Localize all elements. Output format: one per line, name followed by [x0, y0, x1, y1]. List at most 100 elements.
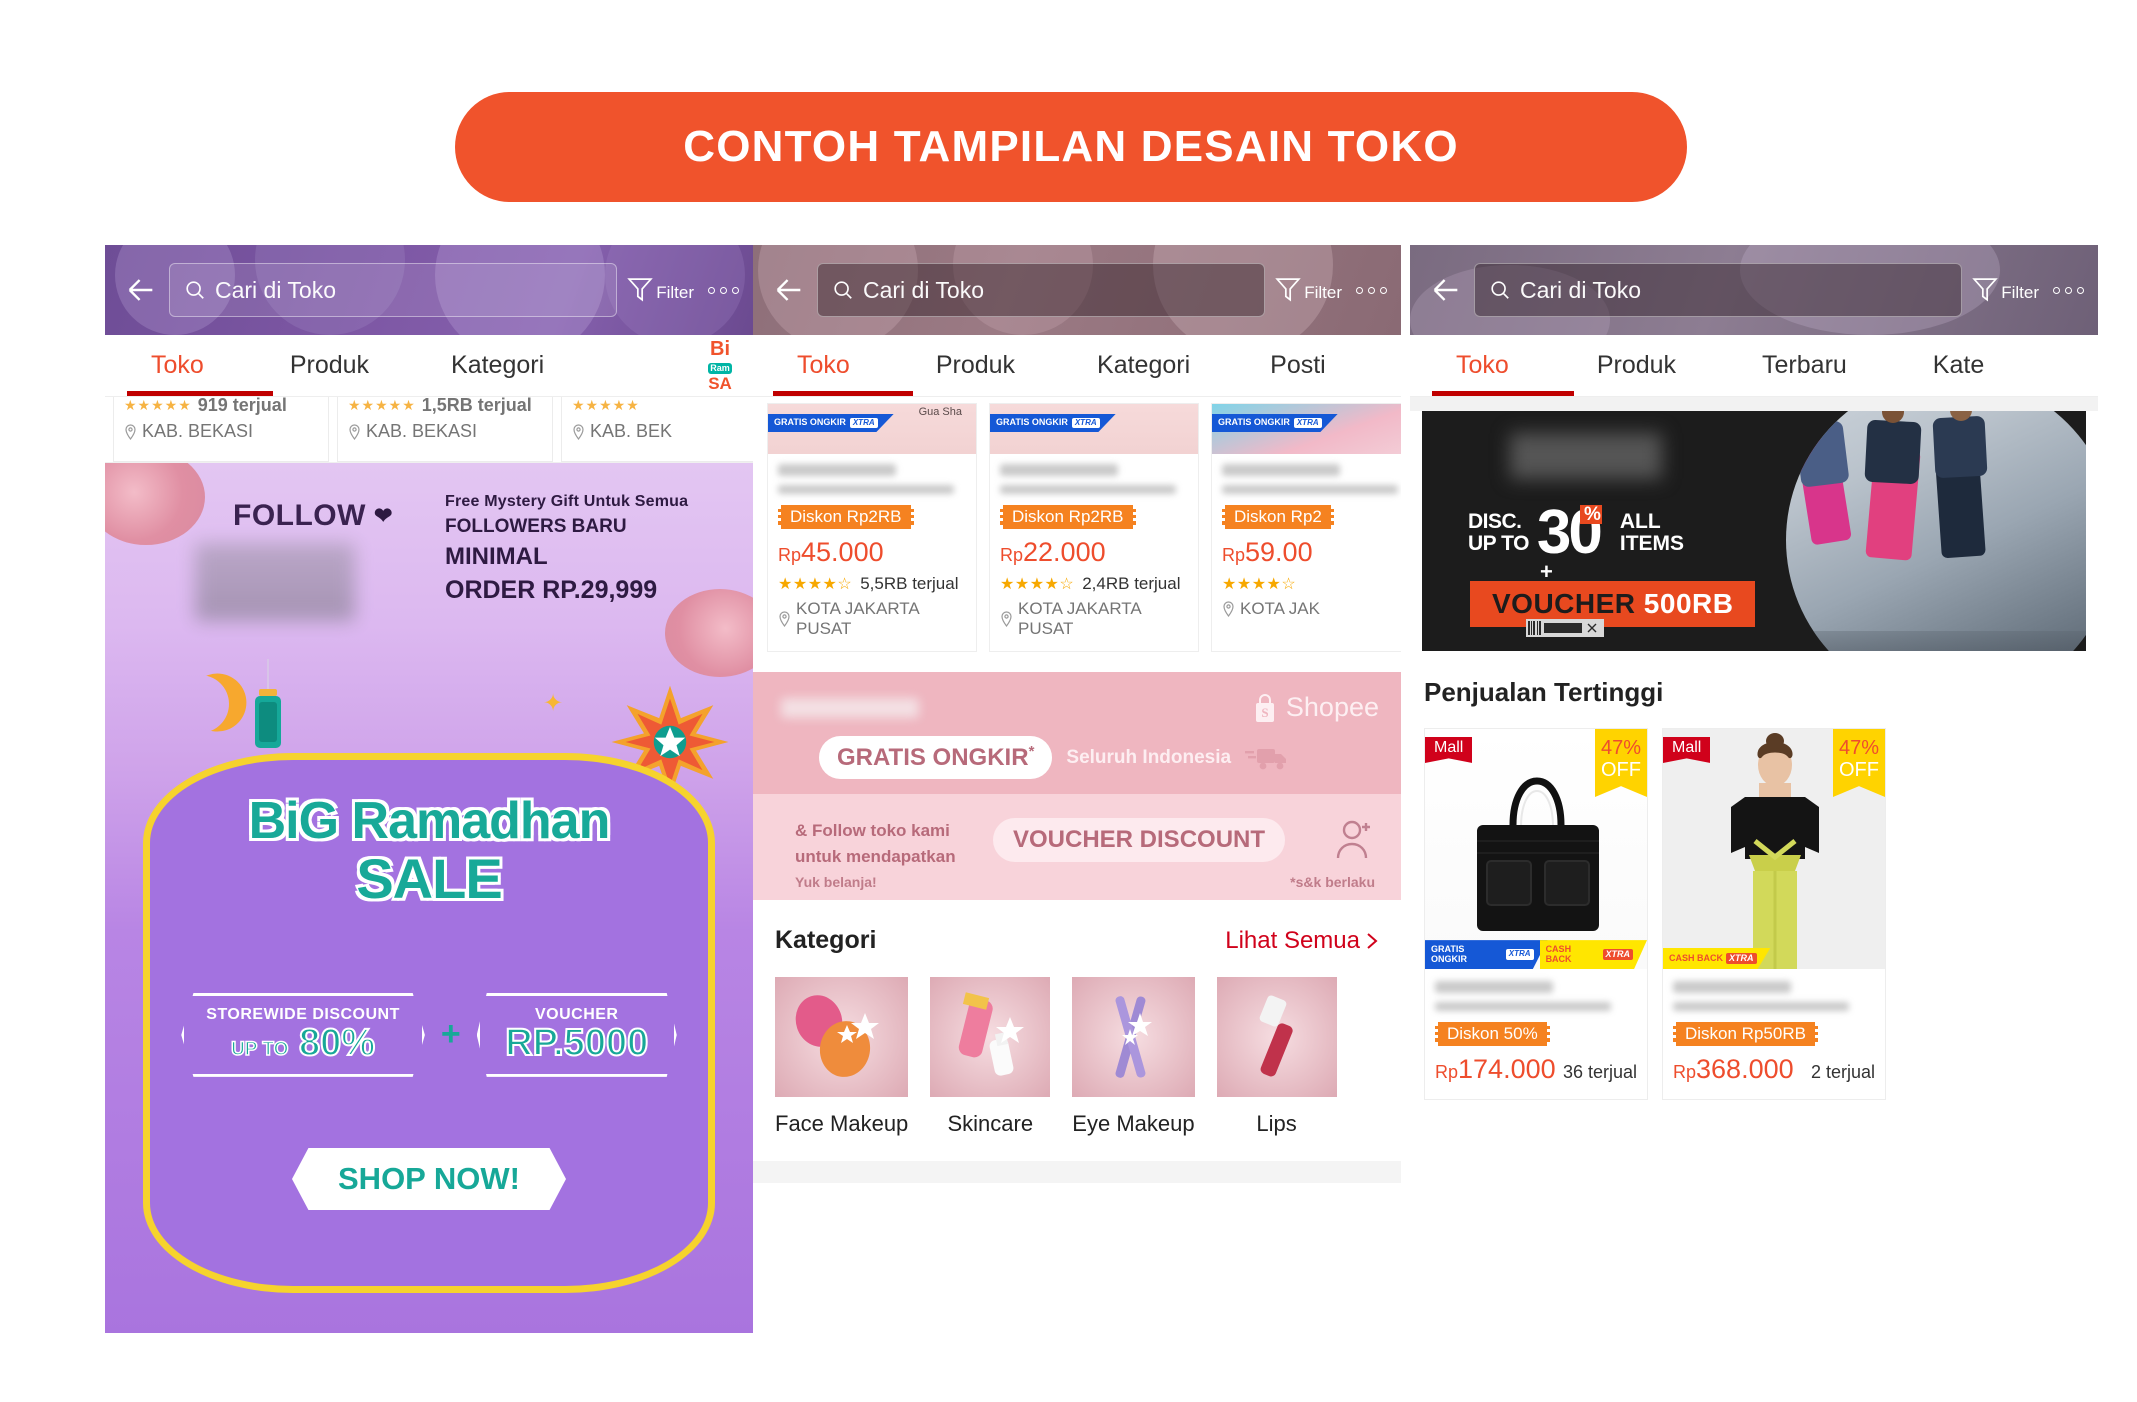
brand-logo-blurred [1510, 433, 1662, 479]
product-card-partial[interactable]: ★★★★★ 1,5RB terjual KAB. BEKASI [337, 397, 553, 462]
promo-ribbons: CASH BACK XTRA [1663, 947, 1771, 969]
filter-button-1[interactable]: Filter [627, 275, 694, 305]
shopee-promo-banner[interactable]: S Shopee GRATIS ONGKIR* Seluruh Indonesi… [753, 672, 1401, 900]
currency-prefix: Rp [1000, 545, 1024, 565]
voucher-discount-chip: VOUCHER DISCOUNT [993, 818, 1286, 862]
location-pin-icon [779, 611, 790, 627]
tab-bar-3: Toko Produk Terbaru Kate [1410, 335, 2098, 397]
tab-toko[interactable]: Toko [1456, 351, 1509, 380]
location-label: KOTA JAKARTA PUSAT [1018, 599, 1141, 638]
percent-sign: % [1579, 505, 1602, 525]
product-card-partial[interactable]: ★★★★★ 919 terjual KAB. BEKASI [113, 397, 329, 462]
cashback-ribbon: CASH BACK XTRA [1663, 947, 1771, 969]
search-bar-3: Cari di Toko Filter [1410, 245, 2098, 335]
filter-label: Filter [2001, 283, 2039, 302]
search-bar-1: Cari di Toko Filter [105, 245, 753, 335]
search-input-1[interactable]: Cari di Toko [169, 263, 618, 317]
product-price: Rp174.000 [1435, 1054, 1556, 1085]
back-arrow-icon[interactable] [767, 273, 811, 307]
cashback-label: CASH BACK [1545, 944, 1572, 964]
filter-button-3[interactable]: Filter [1972, 275, 2039, 305]
xtra-label: XTRA [1071, 418, 1100, 429]
product-location: KAB. BEK [572, 421, 753, 442]
filter-button-2[interactable]: Filter [1275, 275, 1342, 305]
barcode-icon [1526, 619, 1604, 637]
cashback-label: CASH BACK [1669, 952, 1723, 963]
plus-separator: + [440, 1015, 461, 1054]
kategori-item[interactable]: Face Makeup [775, 977, 909, 1137]
kategori-label: Eye Makeup [1072, 1111, 1195, 1136]
xtra-label: XTRA [1505, 949, 1534, 960]
sale-icon-line3: SA [708, 374, 732, 393]
gratis-ongkir-text: GRATIS ONGKIR [837, 744, 1029, 771]
product-card-partial[interactable]: ★★★★★ KAB. BEK [561, 397, 753, 462]
kategori-item[interactable]: Skincare [930, 977, 1051, 1137]
discount-chip: Diskon Rp2 [1222, 505, 1334, 529]
more-options-icon[interactable] [1356, 286, 1387, 294]
tab-kategori[interactable]: Kategori [451, 351, 544, 380]
voucher-word: VOUCHER [1492, 588, 1636, 619]
sold-count: 1,5RB terjual [421, 397, 532, 415]
product-card[interactable]: Mall 47% OFF GRATIS ONGKIR XTRA CASH BAC… [1424, 728, 1648, 1100]
product-card[interactable]: GRATIS ONGKIR XTRA Diskon Rp2 Rp59.00 ★★… [1211, 403, 1401, 652]
follow-instruction: & Follow toko kami untuk mendapatkan [795, 818, 956, 869]
follow-label-group: FOLLOW ❤ [233, 499, 393, 533]
shop-now-button[interactable]: SHOP NOW! [292, 1148, 566, 1210]
storewide-discount-badge: STOREWIDE DISCOUNT UP TO 80% [181, 993, 425, 1077]
location-pin-icon [573, 423, 584, 440]
kategori-thumbnail [775, 977, 909, 1097]
search-placeholder: Cari di Toko [1520, 276, 1642, 303]
ramadhan-sale-tab-icon[interactable]: Bi Ram SA [697, 339, 743, 392]
kategori-label: Lips [1256, 1111, 1297, 1136]
lihat-semua-link[interactable]: Lihat Semua [1225, 927, 1379, 955]
kategori-item[interactable]: Eye Makeup [1072, 977, 1195, 1137]
tab-postingan[interactable]: Posti [1270, 351, 1326, 380]
price-value: 174.000 [1458, 1054, 1556, 1084]
promo-banner-bottom: & Follow toko kami untuk mendapatkan VOU… [753, 794, 1401, 900]
product-rating: ★★★★☆ [1222, 574, 1401, 594]
store-logo-blurred [781, 698, 919, 718]
off-label: OFF [1839, 759, 1879, 781]
tab-toko[interactable]: Toko [151, 351, 204, 380]
search-bar-2: Cari di Toko Filter [753, 245, 1401, 335]
product-card[interactable]: GRATIS ONGKIR XTRA Diskon Rp2RB Rp22.000… [989, 403, 1199, 652]
product-grid-2: GRATIS ONGKIR XTRA Gua Sha Diskon Rp2RB … [753, 397, 1401, 666]
gratis-ongkir-label: GRATIS ONGKIR [774, 417, 846, 428]
tab-kategori[interactable]: Kate [1933, 351, 1984, 380]
offer-line-1: Free Mystery Gift Untuk Semua [445, 493, 689, 510]
section-divider [1410, 397, 2098, 411]
search-input-2[interactable]: Cari di Toko [817, 263, 1266, 317]
kategori-item[interactable]: Lips [1216, 977, 1337, 1137]
product-card[interactable]: GRATIS ONGKIR XTRA Gua Sha Diskon Rp2RB … [767, 403, 977, 652]
back-arrow-icon[interactable] [119, 273, 163, 307]
coverage-label: Seluruh Indonesia [1066, 746, 1232, 768]
tab-produk[interactable]: Produk [290, 351, 369, 380]
gratis-ongkir-badge: GRATIS ONGKIR XTRA [990, 414, 1116, 433]
page-footer-spacer [753, 1161, 1401, 1183]
tab-bar-2: Toko Produk Kategori Posti [753, 335, 1401, 397]
product-price: Rp368.000 [1673, 1054, 1794, 1085]
product-image: Mall 47% OFF GRATIS ONGKIR XTRA CASH BAC… [1425, 729, 1647, 969]
more-options-icon[interactable] [2053, 286, 2084, 294]
search-input-3[interactable]: Cari di Toko [1474, 263, 1963, 317]
product-card[interactable]: Mall 47% OFF CASH BACK XTRA Diskon Rp50R… [1662, 728, 1886, 1100]
sold-count: 2,4RB terjual [1082, 574, 1181, 593]
discount-chip: Diskon 50% [1435, 1022, 1550, 1046]
tab-kategori[interactable]: Kategori [1097, 351, 1190, 380]
tab-terbaru[interactable]: Terbaru [1762, 351, 1847, 380]
discount-hero-banner[interactable]: DISC. UP TO 30 % ALL ITEMS + VOUCHER 500… [1422, 411, 2086, 651]
tab-produk[interactable]: Produk [1597, 351, 1676, 380]
ramadhan-sale-banner[interactable]: FOLLOW ❤ Free Mystery Gift Untuk Semua F… [105, 463, 753, 1333]
tab-toko[interactable]: Toko [797, 351, 850, 380]
model-figure [1864, 419, 1922, 485]
product-rating: ★★★★☆ 2,4RB terjual [1000, 574, 1188, 594]
back-arrow-icon[interactable] [1424, 273, 1468, 307]
product-location: KOTA JAKARTA PUSAT [1000, 599, 1188, 639]
filter-funnel-icon [627, 278, 653, 302]
more-options-icon[interactable] [708, 286, 739, 294]
tab-produk[interactable]: Produk [936, 351, 1015, 380]
heart-icon: ❤ [373, 503, 393, 528]
location-label: KOTA JAKARTA PUSAT [796, 599, 919, 638]
xtra-label: XTRA [1293, 418, 1322, 429]
search-placeholder: Cari di Toko [215, 276, 337, 303]
